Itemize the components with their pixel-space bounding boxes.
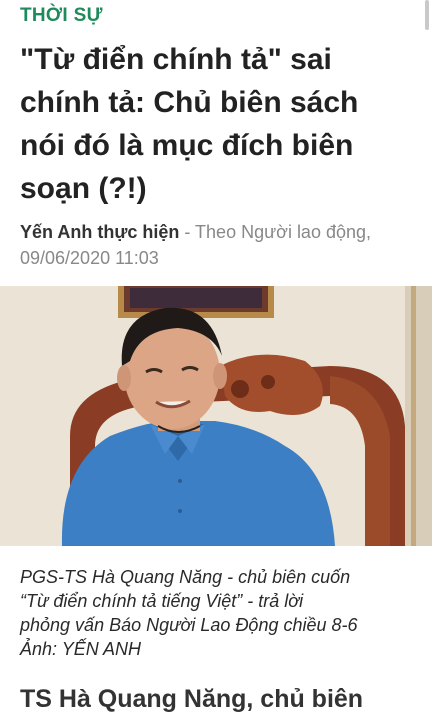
photo-caption: PGS-TS Hà Quang Năng - chủ biên cuốn “Từ… <box>20 565 420 661</box>
caption-line: PGS-TS Hà Quang Năng - chủ biên cuốn <box>20 567 351 587</box>
section-heading: TS Hà Quang Năng, chủ biên <box>20 685 364 713</box>
category-label[interactable]: THỜI SỰ <box>20 5 103 27</box>
article-byline: Yến Anh thực hiện - Theo Người lao động,… <box>20 219 420 271</box>
caption-credit: Ảnh: YẾN ANH <box>20 639 142 659</box>
article-photo[interactable] <box>0 286 432 546</box>
article-datetime: 09/06/2020 11:03 <box>20 248 159 268</box>
photo-image <box>0 286 432 546</box>
article-headline: "Từ điển chính tả" sai chính tả: Chủ biê… <box>20 43 359 205</box>
article-page: THỜI SỰ "Từ điển chính tả" sai chính tả:… <box>0 0 432 720</box>
scrollbar[interactable] <box>425 0 429 30</box>
caption-line: “Từ điển chính tả tiếng Việt” - trả lời <box>20 591 304 611</box>
author-name[interactable]: Yến Anh thực hiện <box>20 222 179 242</box>
article-source: - Theo Người lao động, <box>179 222 372 242</box>
caption-line: phỏng vấn Báo Người Lao Động chiều 8-6 <box>20 615 358 635</box>
